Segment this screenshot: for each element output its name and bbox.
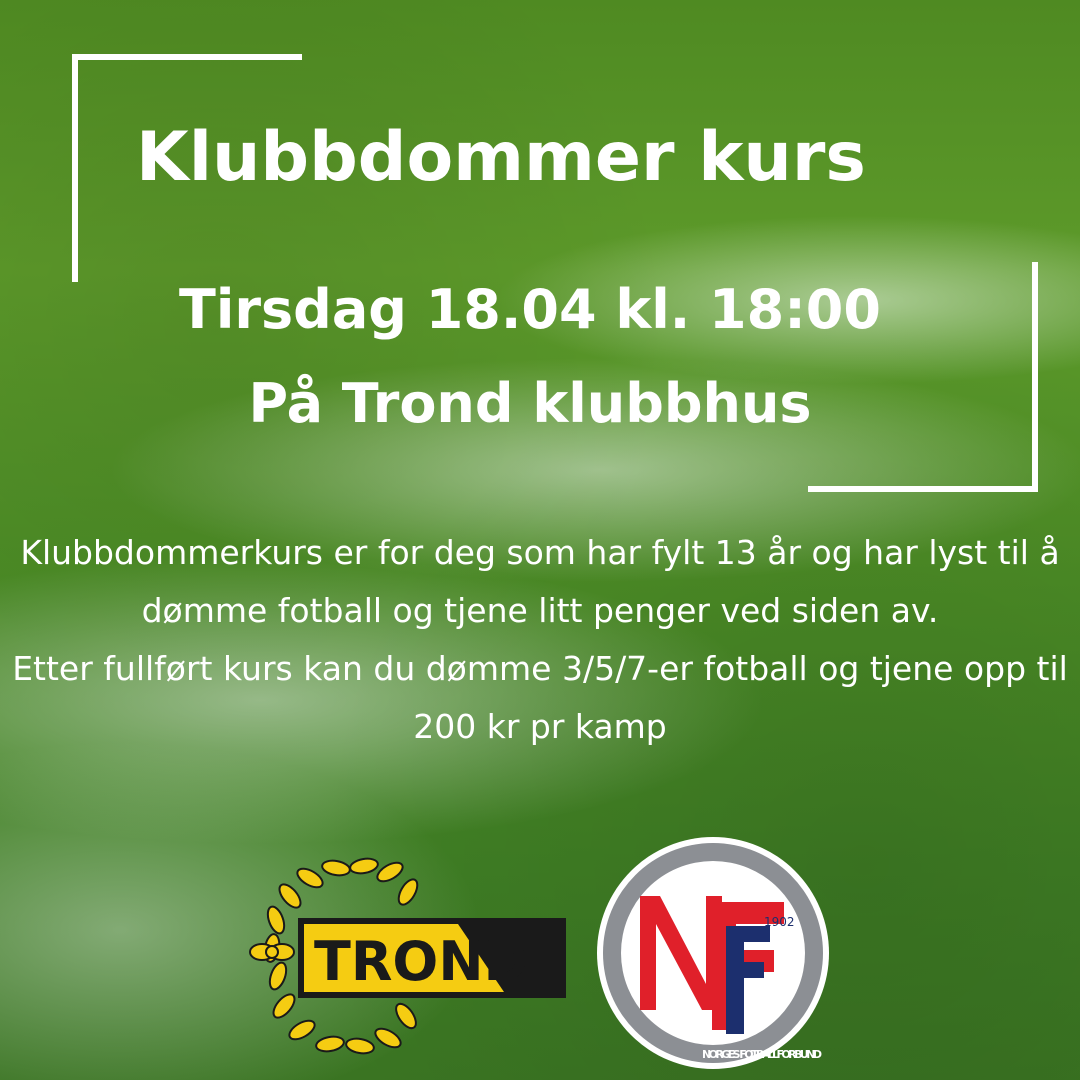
poster: Klubbdommer kurs Tirsdag 18.04 kl. 18:00…: [0, 0, 1080, 1080]
svg-text:TROND: TROND: [314, 930, 528, 993]
frame-bottom-right-horizontal: [808, 486, 1038, 492]
nff-logo: 1902 NORGES FOTBALLFORBUND: [597, 837, 829, 1069]
description-line-1: Klubbdommerkurs er for deg som har fylt …: [20, 533, 1060, 630]
description: Klubbdommerkurs er for deg som har fylt …: [0, 524, 1080, 756]
trond-logo: TROND: [249, 857, 566, 1055]
headline: Klubbdommer kurs: [136, 118, 866, 197]
frame-top-left-horizontal: [72, 54, 302, 60]
svg-text:1902: 1902: [764, 915, 795, 929]
event-location: På Trond klubbhus: [248, 372, 812, 435]
description-line-2: Etter fullført kurs kan du dømme 3/5/7-e…: [12, 649, 1068, 746]
frame-top-left-vertical: [72, 54, 78, 282]
event-date-time: Tirsdag 18.04 kl. 18:00: [179, 278, 881, 341]
svg-text:NORGES FOTBALLFORBUND: NORGES FOTBALLFORBUND: [702, 1048, 822, 1061]
